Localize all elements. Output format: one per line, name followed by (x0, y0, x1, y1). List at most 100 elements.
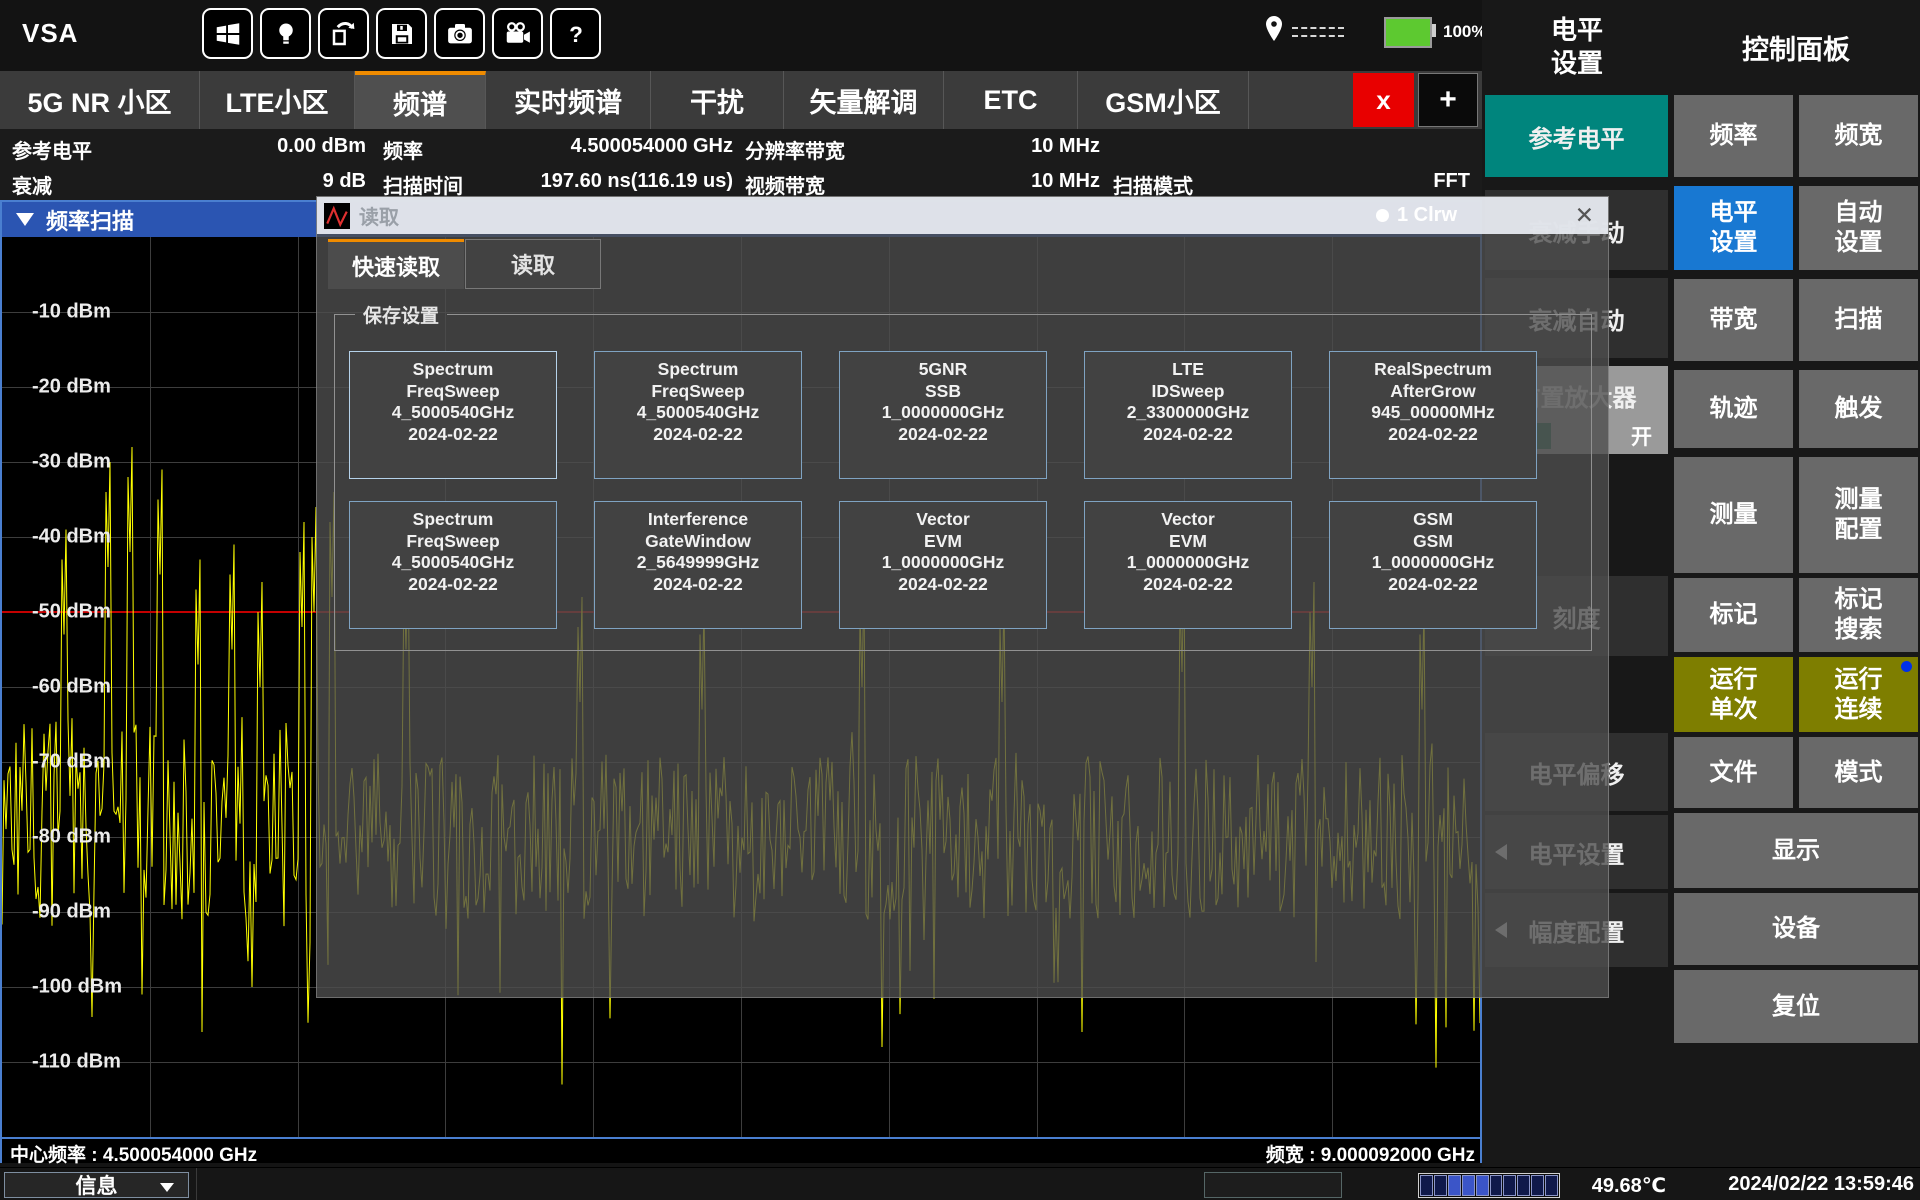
tab-5G NR 小区[interactable]: 5G NR 小区 (0, 71, 200, 129)
save-icon[interactable] (376, 8, 427, 59)
control-button-复位[interactable]: 复位 (1674, 970, 1918, 1043)
battery-percent: 100% (1443, 22, 1486, 42)
svg-text:?: ? (569, 22, 583, 47)
card-name: Interference (595, 509, 801, 531)
control-button-模式[interactable]: 模式 (1799, 737, 1918, 808)
param-value-频率: 4.500054000 GHz (571, 135, 733, 158)
tab-矢量解调[interactable]: 矢量解调 (784, 71, 944, 129)
gps-placeholder-dashes (1292, 21, 1344, 43)
card-type: FreqSweep (350, 381, 556, 403)
saved-setting-card-4[interactable]: LTEIDSweep2_3300000GHz2024-02-22 (1084, 351, 1292, 479)
add-tab-button[interactable]: + (1418, 73, 1478, 127)
saved-setting-card-9[interactable]: VectorEVM1_0000000GHz2024-02-22 (1084, 501, 1292, 629)
progress-segment-3 (1448, 1175, 1461, 1196)
bulb-icon[interactable] (260, 8, 311, 59)
control-button-标记搜索[interactable]: 标记 搜索 (1799, 578, 1918, 652)
card-type: AfterGrow (1330, 381, 1536, 403)
y-tick--70: -70 dBm (32, 751, 111, 774)
y-tick--30: -30 dBm (32, 451, 111, 474)
help-icon[interactable]: ? (550, 8, 601, 59)
param-value-衰减: 9 dB (323, 170, 366, 193)
dialog-tab-quick-load[interactable]: 快速读取 (328, 239, 464, 289)
dialog-tab-load[interactable]: 读取 (465, 239, 601, 289)
windows-icon[interactable] (202, 8, 253, 59)
saved-setting-card-1[interactable]: SpectrumFreqSweep4_5000540GHz2024-02-22 (349, 351, 557, 479)
measurement-tab-bar: 5G NR 小区LTE小区频谱实时频谱干扰矢量解调ETCGSM小区 (0, 71, 1482, 129)
control-button-运行单次[interactable]: 运行 单次 (1674, 657, 1793, 732)
card-date: 2024-02-22 (1330, 424, 1536, 446)
parameter-summary: 参考电平0.00 dBm频率4.500054000 GHz分辨率带宽10 MHz… (0, 129, 1482, 200)
sweep-info-bar: 中心频率 : 4.500054000 GHz 频宽 : 9.000092000 … (2, 1137, 1480, 1163)
y-tick--10: -10 dBm (32, 301, 111, 324)
center-frequency-readout: 中心频率 : 4.500054000 GHz (10, 1140, 257, 1167)
control-button-电平设置[interactable]: 电平 设置 (1674, 186, 1793, 270)
param-label-扫描时间: 扫描时间 (383, 170, 463, 199)
saved-setting-card-5[interactable]: RealSpectrumAfterGrow945_00000MHz2024-02… (1329, 351, 1537, 479)
control-button-带宽[interactable]: 带宽 (1674, 279, 1793, 361)
card-date: 2024-02-22 (350, 424, 556, 446)
card-type: SSB (840, 381, 1046, 403)
saved-settings-label: 保存设置 (355, 301, 447, 328)
top-bar: VSA ? 100% (0, 0, 1482, 71)
control-button-设备[interactable]: 设备 (1674, 893, 1918, 965)
y-tick--50: -50 dBm (32, 601, 111, 624)
tab-LTE小区[interactable]: LTE小区 (200, 71, 355, 129)
gps-indicator (1262, 14, 1344, 49)
control-button-测量配置[interactable]: 测量 配置 (1799, 457, 1918, 573)
saved-setting-card-3[interactable]: 5GNRSSB1_0000000GHz2024-02-22 (839, 351, 1047, 479)
tab-GSM小区[interactable]: GSM小区 (1078, 71, 1249, 129)
dialog-close-icon[interactable]: ✕ (1575, 201, 1594, 229)
card-frequency: 4_5000540GHz (595, 402, 801, 424)
y-tick--60: -60 dBm (32, 676, 111, 699)
control-button-运行连续[interactable]: 运行 连续 (1799, 657, 1918, 732)
battery-icon (1384, 17, 1432, 48)
card-frequency: 1_0000000GHz (840, 552, 1046, 574)
taskbar-empty-slot (1204, 1172, 1342, 1198)
card-frequency: 1_0000000GHz (1330, 552, 1536, 574)
param-label-扫描模式: 扫描模式 (1113, 170, 1193, 199)
tab-ETC[interactable]: ETC (944, 71, 1078, 129)
close-tab-button[interactable]: x (1353, 73, 1414, 127)
saved-settings-grid: SpectrumFreqSweep4_5000540GHz2024-02-22S… (349, 351, 1537, 629)
battery-nub (1432, 24, 1436, 37)
saved-setting-card-10[interactable]: GSMGSM1_0000000GHz2024-02-22 (1329, 501, 1537, 629)
progress-segment-1 (1420, 1175, 1433, 1196)
saved-setting-card-2[interactable]: SpectrumFreqSweep4_5000540GHz2024-02-22 (594, 351, 802, 479)
card-frequency: 2_5649999GHz (595, 552, 801, 574)
tab-实时频谱[interactable]: 实时频谱 (486, 71, 651, 129)
camera-icon[interactable] (434, 8, 485, 59)
card-type: IDSweep (1085, 381, 1291, 403)
param-value-参考电平: 0.00 dBm (277, 135, 366, 158)
control-button-频宽[interactable]: 频宽 (1799, 95, 1918, 177)
card-type: EVM (1085, 531, 1291, 553)
tab-干扰[interactable]: 干扰 (651, 71, 784, 129)
control-button-测量[interactable]: 测量 (1674, 457, 1793, 573)
progress-segment-8 (1517, 1175, 1530, 1196)
tab-频谱[interactable]: 频谱 (355, 71, 486, 129)
control-button-文件[interactable]: 文件 (1674, 737, 1793, 808)
waveform-app-icon (324, 203, 350, 229)
param-value-视频带宽: 10 MHz (1031, 170, 1100, 193)
info-dropdown[interactable]: 信息 (4, 1172, 189, 1198)
saved-setting-card-6[interactable]: SpectrumFreqSweep4_5000540GHz2024-02-22 (349, 501, 557, 629)
preamp-on-option[interactable]: 开 (1631, 421, 1652, 451)
control-button-扫描[interactable]: 扫描 (1799, 279, 1918, 361)
saved-setting-card-8[interactable]: VectorEVM1_0000000GHz2024-02-22 (839, 501, 1047, 629)
param-label-衰减: 衰减 (12, 170, 52, 199)
saved-setting-card-7[interactable]: InterferenceGateWindow2_5649999GHz2024-0… (594, 501, 802, 629)
level-button-参考电平[interactable]: 参考电平 (1485, 95, 1668, 177)
control-button-触发[interactable]: 触发 (1799, 370, 1918, 448)
control-button-显示[interactable]: 显示 (1674, 813, 1918, 888)
taskbar-divider (196, 1168, 197, 1200)
recorder-icon[interactable] (492, 8, 543, 59)
level-button-label: 参考电平 (1529, 119, 1625, 154)
control-button-自动设置[interactable]: 自动 设置 (1799, 186, 1918, 270)
card-name: Spectrum (350, 359, 556, 381)
level-panel-title: 电平 设置 (1482, 14, 1672, 80)
open-icon[interactable] (318, 8, 369, 59)
control-button-轨迹[interactable]: 轨迹 (1674, 370, 1793, 448)
control-button-频率[interactable]: 频率 (1674, 95, 1793, 177)
card-date: 2024-02-22 (1085, 424, 1291, 446)
control-button-标记[interactable]: 标记 (1674, 578, 1793, 652)
y-tick--40: -40 dBm (32, 526, 111, 549)
